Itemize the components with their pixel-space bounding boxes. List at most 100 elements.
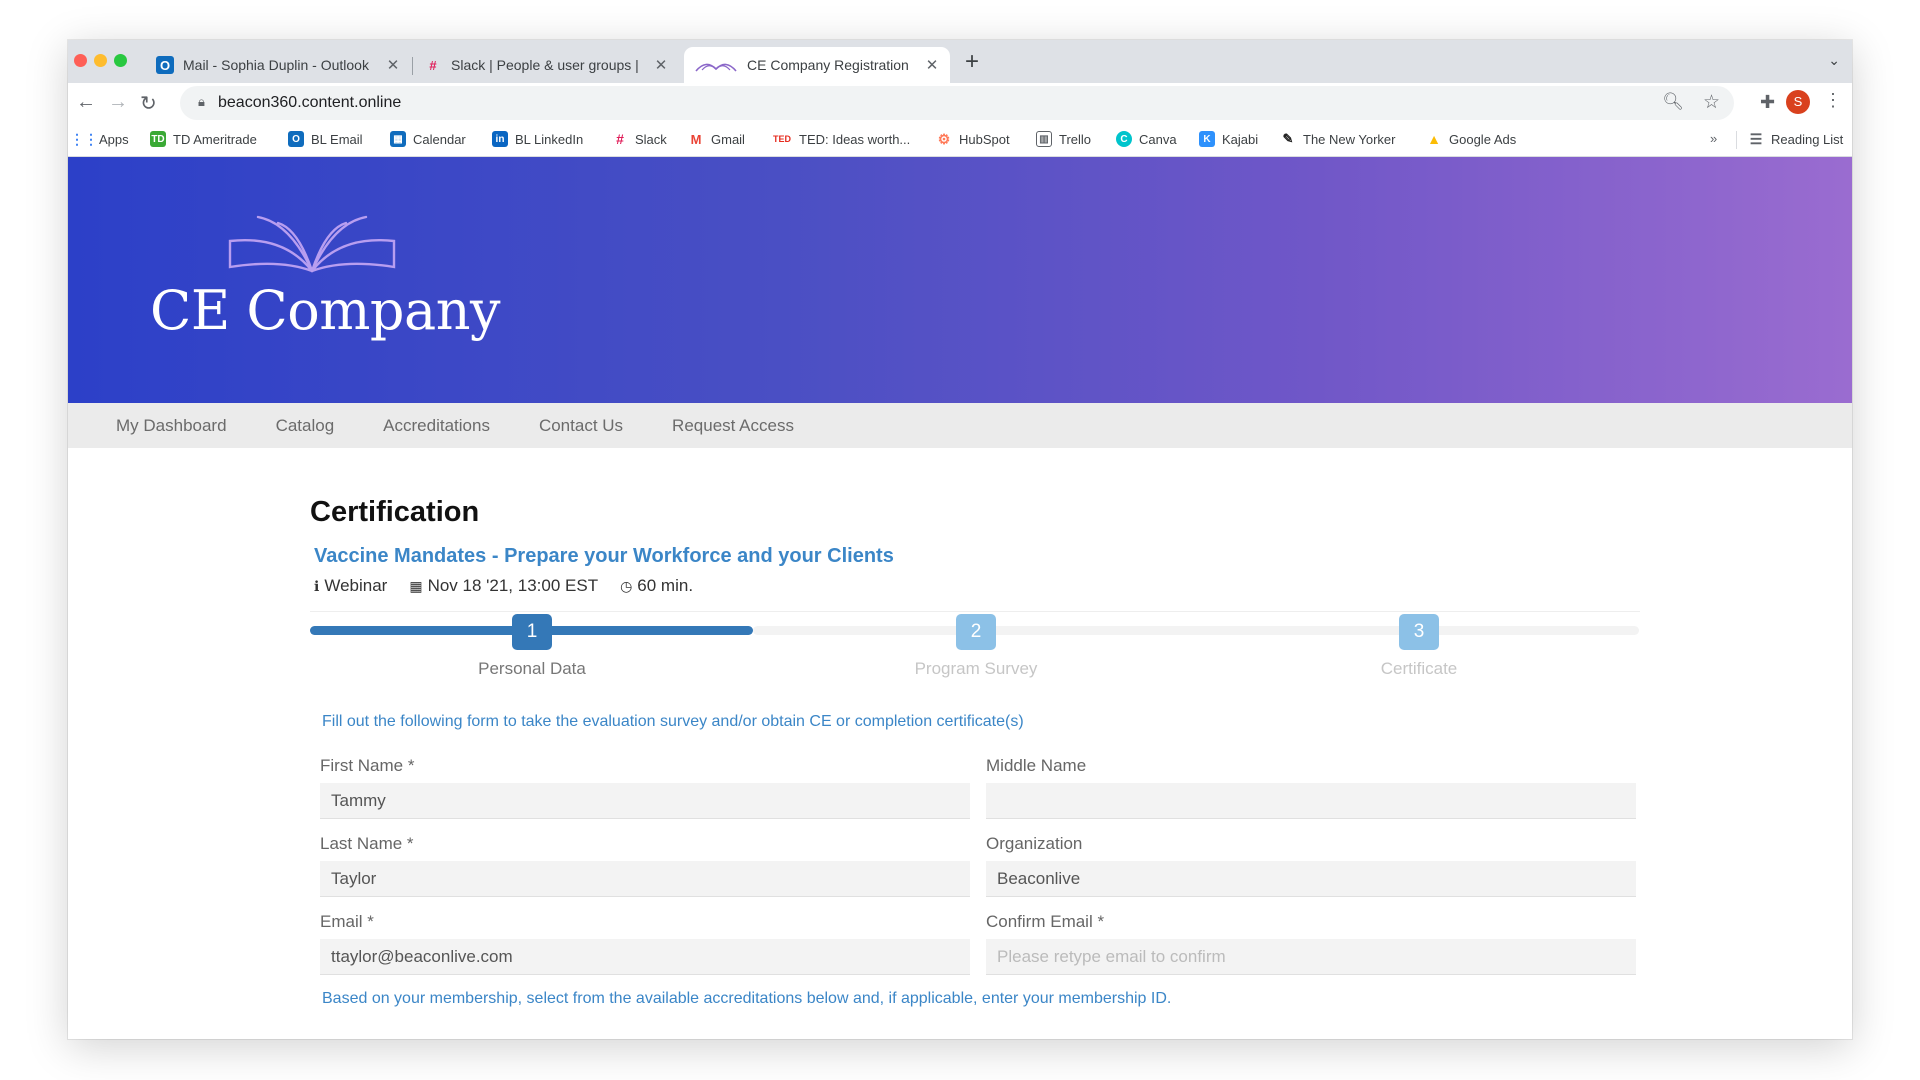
bookmark-label: Calendar (413, 131, 466, 147)
address-bar[interactable]: 🔒︎ beacon360.content.online 🔍︎ ☆ (180, 86, 1734, 120)
tab-search-chevron-icon[interactable]: ⌄ (1828, 52, 1840, 69)
slack-icon: # (616, 131, 624, 147)
zoom-magnifier-icon[interactable]: 🔍︎ (1662, 92, 1684, 112)
browser-toolbar: ← → ↻ 🔒︎ beacon360.content.online 🔍︎ ☆ ✚… (68, 83, 1852, 123)
bookmark-calendar[interactable]: ▦ Calendar (390, 131, 466, 147)
bookmark-google-ads[interactable]: ▲ Google Ads (1426, 131, 1516, 147)
bookmark-label: BL LinkedIn (515, 131, 584, 147)
bookmarks-bar: ⋮⋮ Apps TD TD Ameritrade O BL Email ▦ Ca… (68, 123, 1852, 157)
confirm-email-input[interactable] (986, 939, 1636, 975)
middle-name-input[interactable] (986, 783, 1636, 819)
page-title: Certification (310, 496, 480, 528)
reading-list-button[interactable]: ☰ Reading List (1748, 130, 1844, 147)
organization-input[interactable] (986, 861, 1636, 897)
step-3-badge[interactable]: 3 (1399, 614, 1439, 650)
canva-icon: C (1116, 131, 1132, 147)
confirm-email-label: Confirm Email * (986, 912, 1105, 931)
bookmark-kajabi[interactable]: K Kajabi (1199, 131, 1258, 147)
bookmark-slack[interactable]: # Slack (612, 131, 667, 147)
step-1-label: Personal Data (478, 659, 586, 678)
forward-arrow-icon[interactable]: → (108, 91, 128, 114)
form-instructions: Fill out the following form to take the … (322, 713, 1024, 730)
maximize-window-button[interactable] (114, 54, 127, 67)
step-2-badge[interactable]: 2 (956, 614, 996, 650)
close-window-button[interactable] (74, 54, 87, 67)
bookmark-label: Kajabi (1222, 131, 1259, 147)
clock-icon: ◷ (620, 577, 633, 594)
tab-title: CE Company Registration (747, 57, 909, 73)
bookmark-star-icon[interactable]: ☆ (1703, 91, 1720, 114)
bookmark-td-ameritrade[interactable]: TD TD Ameritrade (150, 131, 257, 147)
outlook-icon: O (288, 131, 304, 147)
slack-icon: # (429, 57, 437, 73)
bookmark-new-yorker[interactable]: ✎ The New Yorker (1280, 131, 1396, 147)
bookmark-label: Gmail (711, 131, 745, 147)
kajabi-icon: K (1199, 131, 1215, 147)
bookmark-label: BL Email (311, 131, 363, 147)
email-input[interactable] (320, 939, 970, 975)
bookmark-hubspot[interactable]: ⚙ HubSpot (936, 131, 1010, 147)
close-tab-icon[interactable]: ✕ (653, 56, 669, 74)
hubspot-icon: ⚙ (937, 130, 951, 147)
reload-icon[interactable]: ↻ (140, 91, 157, 116)
profile-avatar[interactable]: S (1786, 90, 1810, 114)
more-bookmarks-chevron-icon[interactable]: » (1710, 131, 1717, 146)
google-ads-icon: ▲ (1427, 131, 1441, 147)
tab-divider (412, 57, 413, 75)
apps-grid-icon: ⋮⋮ (70, 130, 98, 147)
accreditation-note: Based on your membership, select from th… (322, 990, 1172, 1007)
gmail-icon: M (690, 131, 702, 147)
nav-accreditations[interactable]: Accreditations (383, 416, 490, 436)
nav-my-dashboard[interactable]: My Dashboard (116, 416, 227, 436)
minimize-window-button[interactable] (94, 54, 107, 67)
ted-icon: TED (773, 134, 791, 144)
event-title-link[interactable]: Vaccine Mandates - Prepare your Workforc… (314, 545, 894, 568)
info-circle-icon: ℹ (314, 577, 320, 594)
organization-label: Organization (986, 834, 1083, 853)
nav-request-access[interactable]: Request Access (672, 416, 794, 436)
browser-tab-ce-registration[interactable]: CE Company Registration ✕ (684, 47, 950, 83)
bookmark-label: TD Ameritrade (173, 131, 257, 147)
td-icon: TD (150, 131, 166, 147)
progress-track-remaining (753, 626, 1639, 635)
close-tab-icon[interactable]: ✕ (385, 56, 401, 74)
new-yorker-icon: ✎ (1282, 131, 1294, 146)
bookmark-label: Canva (1139, 131, 1177, 147)
bookmark-bl-email[interactable]: O BL Email (288, 131, 363, 147)
reading-list-label: Reading List (1771, 131, 1844, 147)
bookmark-ted[interactable]: TED TED: Ideas worth... (772, 131, 910, 147)
bookmark-label: Google Ads (1449, 131, 1517, 147)
last-name-input[interactable] (320, 861, 970, 897)
new-tab-button[interactable]: + (965, 48, 979, 76)
bookmark-label: Apps (99, 131, 129, 147)
browser-tab-outlook[interactable]: O Mail - Sophia Duplin - Outlook ✕ (146, 47, 411, 83)
back-arrow-icon[interactable]: ← (76, 91, 96, 114)
bookmark-trello[interactable]: ▥ Trello (1036, 131, 1091, 147)
linkedin-icon: in (492, 131, 508, 147)
brand-name: CE Company (150, 279, 500, 342)
nav-contact-us[interactable]: Contact Us (539, 416, 623, 436)
reading-list-icon: ☰ (1749, 130, 1763, 147)
bookmark-bl-linkedin[interactable]: in BL LinkedIn (492, 131, 583, 147)
bookmark-gmail[interactable]: M Gmail (688, 131, 745, 147)
bookmark-label: TED: Ideas worth... (799, 131, 911, 147)
browser-tab-slack[interactable]: # Slack | People & user groups | ✕ (414, 47, 679, 83)
bookmark-label: Slack (635, 131, 667, 147)
bookmark-apps[interactable]: ⋮⋮ Apps (70, 130, 129, 147)
step-1-badge[interactable]: 1 (512, 614, 552, 650)
trello-icon: ▥ (1036, 131, 1052, 147)
email-label: Email * (320, 912, 374, 931)
first-name-input[interactable] (320, 783, 970, 819)
outlook-icon: O (156, 56, 174, 74)
lock-icon[interactable]: 🔒︎ (198, 94, 205, 110)
site-navigation: My Dashboard Catalog Accreditations Cont… (68, 403, 1852, 448)
extensions-puzzle-icon[interactable]: ✚ (1760, 92, 1775, 113)
bookmark-canva[interactable]: C Canva (1116, 131, 1177, 147)
event-date: Nov 18 '21, 13:00 EST (427, 576, 599, 595)
bookmark-label: The New Yorker (1303, 131, 1396, 147)
tab-title: Slack | People & user groups | (451, 57, 639, 73)
middle-name-label: Middle Name (986, 756, 1087, 775)
close-tab-icon[interactable]: ✕ (924, 56, 940, 74)
nav-catalog[interactable]: Catalog (276, 416, 335, 436)
browser-menu-icon[interactable]: ⋮ (1824, 90, 1842, 111)
